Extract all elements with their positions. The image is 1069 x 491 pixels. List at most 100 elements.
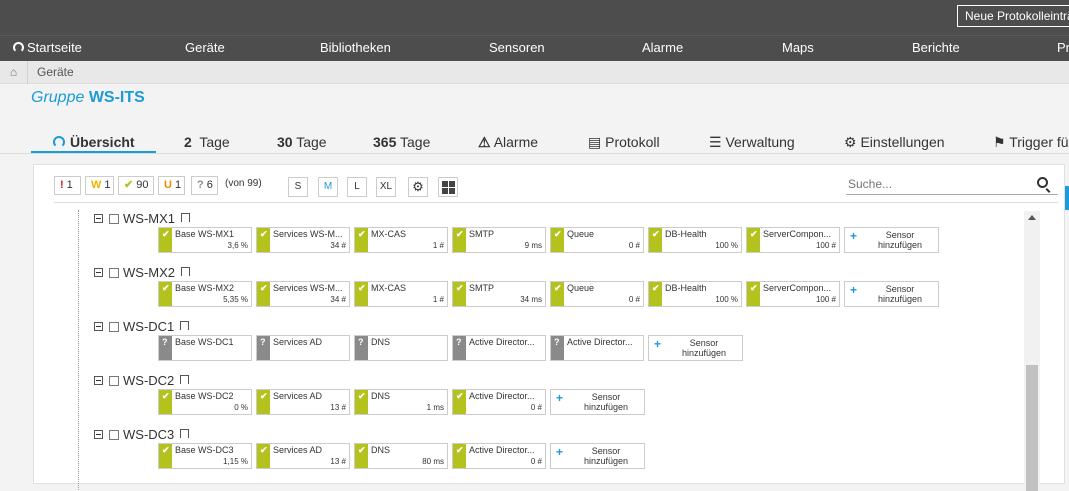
sensor-name: MX-CAS xyxy=(371,283,407,293)
home-icon[interactable]: ⌂ xyxy=(0,61,28,84)
flag-icon[interactable] xyxy=(181,213,190,222)
sensor-tile[interactable]: ? Active Director... xyxy=(452,335,546,361)
sensor-tile[interactable]: ✔ ServerCompon... 100 # xyxy=(746,227,840,253)
add-sensor-button[interactable]: + Sensor hinzufügen xyxy=(550,389,645,415)
check-icon: ✔ xyxy=(260,229,268,239)
device-name[interactable]: WS-MX2 xyxy=(123,265,175,280)
device-name[interactable]: WS-DC1 xyxy=(123,319,174,334)
sensor-tile[interactable]: ? Base WS-DC1 xyxy=(158,335,252,361)
tab-settings[interactable]: ⚙ Einstellungen xyxy=(844,134,945,151)
sensor-value: 100 # xyxy=(815,295,836,304)
sensor-tile[interactable]: ✔ Base WS-DC3 1,15 % xyxy=(158,443,252,469)
sensor-tile[interactable]: ✔ Queue 0 # xyxy=(550,227,644,253)
sensor-tile[interactable]: ✔ Base WS-MX2 5,35 % xyxy=(158,281,252,307)
tab-30-days-number: 30 xyxy=(277,134,293,150)
sensor-tile[interactable]: ✔ SMTP 9 ms xyxy=(452,227,546,253)
tab-triggers[interactable]: ⚑ Trigger fü xyxy=(993,134,1069,151)
sensor-tile[interactable]: ✔ Active Director... 0 # xyxy=(452,389,546,415)
tab-30-days[interactable]: 30 Tage xyxy=(277,134,327,150)
sensor-tile[interactable]: ✔ Active Director... 0 # xyxy=(452,443,546,469)
device-name[interactable]: WS-DC2 xyxy=(123,373,174,388)
flag-icon[interactable] xyxy=(180,321,190,330)
scrollbar[interactable] xyxy=(1024,211,1040,491)
check-icon: ✔ xyxy=(358,229,366,239)
sensor-tile[interactable]: ✔ DNS 80 ms xyxy=(354,443,448,469)
nav-item-alarms[interactable]: Alarme xyxy=(642,40,683,55)
scroll-up-arrow-icon[interactable] xyxy=(1028,215,1036,220)
view-settings-gear-icon[interactable]: ⚙ xyxy=(408,177,428,197)
sensor-tile[interactable]: ✔ ServerCompon... 100 # xyxy=(746,281,840,307)
size-s-button[interactable]: S xyxy=(288,177,308,197)
nav-item-libraries[interactable]: Bibliotheken xyxy=(320,40,391,55)
sensor-tile[interactable]: ✔ DNS 1 ms xyxy=(354,389,448,415)
nav-item-devices[interactable]: Geräte xyxy=(185,40,225,55)
add-sensor-button[interactable]: + Sensor hinzufügen xyxy=(844,281,939,307)
search-icon[interactable] xyxy=(1037,177,1048,188)
sensor-name: DNS xyxy=(371,337,391,347)
sensor-value: 1 # xyxy=(432,295,444,304)
sensor-status-bar: ✔ xyxy=(159,444,172,468)
status-up-filter[interactable]: ✔ 90 xyxy=(118,176,154,195)
collapse-icon[interactable] xyxy=(94,430,103,439)
sensor-name: Services AD xyxy=(273,391,323,401)
tab-overview[interactable]: Übersicht xyxy=(53,134,135,150)
breadcrumb-devices[interactable]: Geräte xyxy=(37,65,74,79)
check-icon: ✔ xyxy=(358,445,366,455)
tab-management[interactable]: ☰ Verwaltung xyxy=(709,134,795,151)
size-xl-button[interactable]: XL xyxy=(376,177,396,197)
tab-log[interactable]: ▤ Protokoll xyxy=(588,134,660,151)
nav-item-reports[interactable]: Berichte xyxy=(912,40,960,55)
device-name[interactable]: WS-DC3 xyxy=(123,427,174,442)
nav-item-more[interactable]: Pr xyxy=(1057,40,1069,55)
status-down-filter[interactable]: ! 1 xyxy=(54,176,81,195)
status-unusual-filter[interactable]: U1 xyxy=(158,176,185,195)
new-log-entries-button[interactable]: Neue Protokolleinträg xyxy=(957,5,1069,27)
device-header: WS-DC2 xyxy=(94,373,190,389)
nav-item-home[interactable]: Startseite xyxy=(13,40,82,55)
add-sensor-button[interactable]: + Sensor hinzufügen xyxy=(550,443,645,469)
flag-icon[interactable] xyxy=(180,375,190,384)
sensor-tile[interactable]: ? DNS xyxy=(354,335,448,361)
scroll-thumb[interactable] xyxy=(1026,365,1038,491)
device-row: WS-DC1? Base WS-DC1? Services AD? DNS? Activ… xyxy=(94,319,1024,373)
sensor-tile[interactable]: ✔ Base WS-DC2 0 % xyxy=(158,389,252,415)
sensor-tile[interactable]: ✔ DB-Health 100 % xyxy=(648,227,742,253)
sensor-tile[interactable]: ✔ MX-CAS 1 # xyxy=(354,227,448,253)
collapse-icon[interactable] xyxy=(94,376,103,385)
tab-365-days[interactable]: 365 Tage xyxy=(373,134,430,150)
status-unknown-filter[interactable]: ? 6 xyxy=(191,176,218,195)
device-name[interactable]: WS-MX1 xyxy=(123,211,175,226)
grid-view-icon[interactable] xyxy=(438,177,458,197)
collapse-icon[interactable] xyxy=(94,322,103,331)
sensor-tile[interactable]: ✔ MX-CAS 1 # xyxy=(354,281,448,307)
sensor-tile[interactable]: ✔ Services AD 13 # xyxy=(256,389,350,415)
sensor-tile[interactable]: ? Active Director... xyxy=(550,335,644,361)
collapse-icon[interactable] xyxy=(94,268,103,277)
tab-alarms[interactable]: ⚠ Alarme xyxy=(478,134,538,151)
tab-2-days[interactable]: 2 Tage xyxy=(184,134,230,150)
flag-icon[interactable] xyxy=(181,267,190,276)
sensor-tile[interactable]: ✔ Queue 0 # xyxy=(550,281,644,307)
sensor-tile[interactable]: ✔ Services AD 13 # xyxy=(256,443,350,469)
grid-square xyxy=(442,181,448,187)
nav-item-maps[interactable]: Maps xyxy=(782,40,814,55)
sensor-status-bar: ✔ xyxy=(257,282,270,306)
nav-item-sensors[interactable]: Sensoren xyxy=(489,40,545,55)
flag-icon[interactable] xyxy=(180,429,190,438)
sensor-tile[interactable]: ✔ SMTP 34 ms xyxy=(452,281,546,307)
search-input[interactable] xyxy=(846,175,1016,193)
sensor-value: 0 # xyxy=(628,295,640,304)
sensor-tile[interactable]: ✔ Base WS-MX1 3,6 % xyxy=(158,227,252,253)
sensor-tile[interactable]: ? Services AD xyxy=(256,335,350,361)
sensor-tile[interactable]: ✔ DB-Health 100 % xyxy=(648,281,742,307)
collapse-icon[interactable] xyxy=(94,214,103,223)
sensor-tile[interactable]: ✔ Services WS-M... 34 # xyxy=(256,281,350,307)
status-up-count: 90 xyxy=(136,179,149,191)
status-total: (von 99) xyxy=(225,178,262,189)
size-m-button[interactable]: M xyxy=(318,177,338,197)
add-sensor-button[interactable]: + Sensor hinzufügen xyxy=(648,335,743,361)
status-warning-filter[interactable]: W1 xyxy=(85,176,114,195)
size-l-button[interactable]: L xyxy=(347,177,367,197)
sensor-tile[interactable]: ✔ Services WS-M... 34 # xyxy=(256,227,350,253)
add-sensor-button[interactable]: + Sensor hinzufügen xyxy=(844,227,939,253)
